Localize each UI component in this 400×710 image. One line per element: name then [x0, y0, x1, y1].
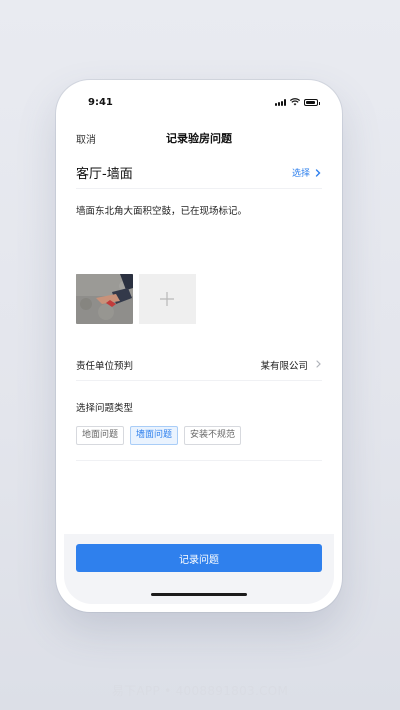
photo-image	[76, 274, 133, 324]
status-bar: 9:41	[64, 88, 334, 116]
problem-photo-thumbnail[interactable]	[76, 274, 133, 324]
status-icons	[275, 98, 320, 106]
problem-description[interactable]: 墙面东北角大面积空鼓，已在现场标记。	[76, 205, 322, 219]
chevron-right-icon	[315, 168, 321, 177]
responsibility-row[interactable]: 责任单位预判 某有限公司	[76, 348, 322, 381]
status-time: 9:41	[88, 97, 113, 108]
nav-bar: 取消 记录验房问题	[64, 124, 334, 152]
app-screen: 9:41 取消 记录验房问题 客厅-墙面 选择 墙面东北角大面积空鼓，已在现场标…	[64, 88, 334, 604]
problem-type-tags: 地面问题 墙面问题 安装不规范	[76, 426, 242, 445]
divider	[76, 460, 322, 461]
location-row: 客厅-墙面 选择	[76, 158, 322, 189]
tag-wall-problem[interactable]: 墙面问题	[130, 426, 179, 445]
watermark: 易下APP • 4008891803.COM	[111, 684, 289, 698]
battery-icon	[304, 99, 320, 106]
location-select-label: 选择	[291, 169, 310, 179]
phone-frame: 9:41 取消 记录验房问题 客厅-墙面 选择 墙面东北角大面积空鼓，已在现场标…	[56, 80, 342, 612]
problem-type-label: 选择问题类型	[76, 403, 134, 414]
home-indicator	[151, 593, 247, 596]
add-photo-button[interactable]	[139, 274, 196, 324]
bottom-action-area: 记录问题	[64, 534, 334, 604]
chevron-right-icon	[316, 360, 321, 368]
signal-icon	[275, 99, 286, 106]
location-select-button[interactable]: 选择	[292, 166, 322, 179]
plus-icon	[160, 292, 174, 306]
responsibility-value: 某有限公司	[260, 361, 308, 372]
tag-installation-irregular[interactable]: 安装不规范	[184, 426, 242, 445]
responsibility-label: 责任单位预判	[76, 361, 134, 372]
location-title: 客厅-墙面	[76, 167, 133, 182]
tag-floor-problem[interactable]: 地面问题	[76, 426, 125, 445]
record-problem-button[interactable]: 记录问题	[76, 544, 322, 572]
page-title: 记录验房问题	[166, 132, 232, 145]
wifi-icon	[290, 98, 300, 106]
